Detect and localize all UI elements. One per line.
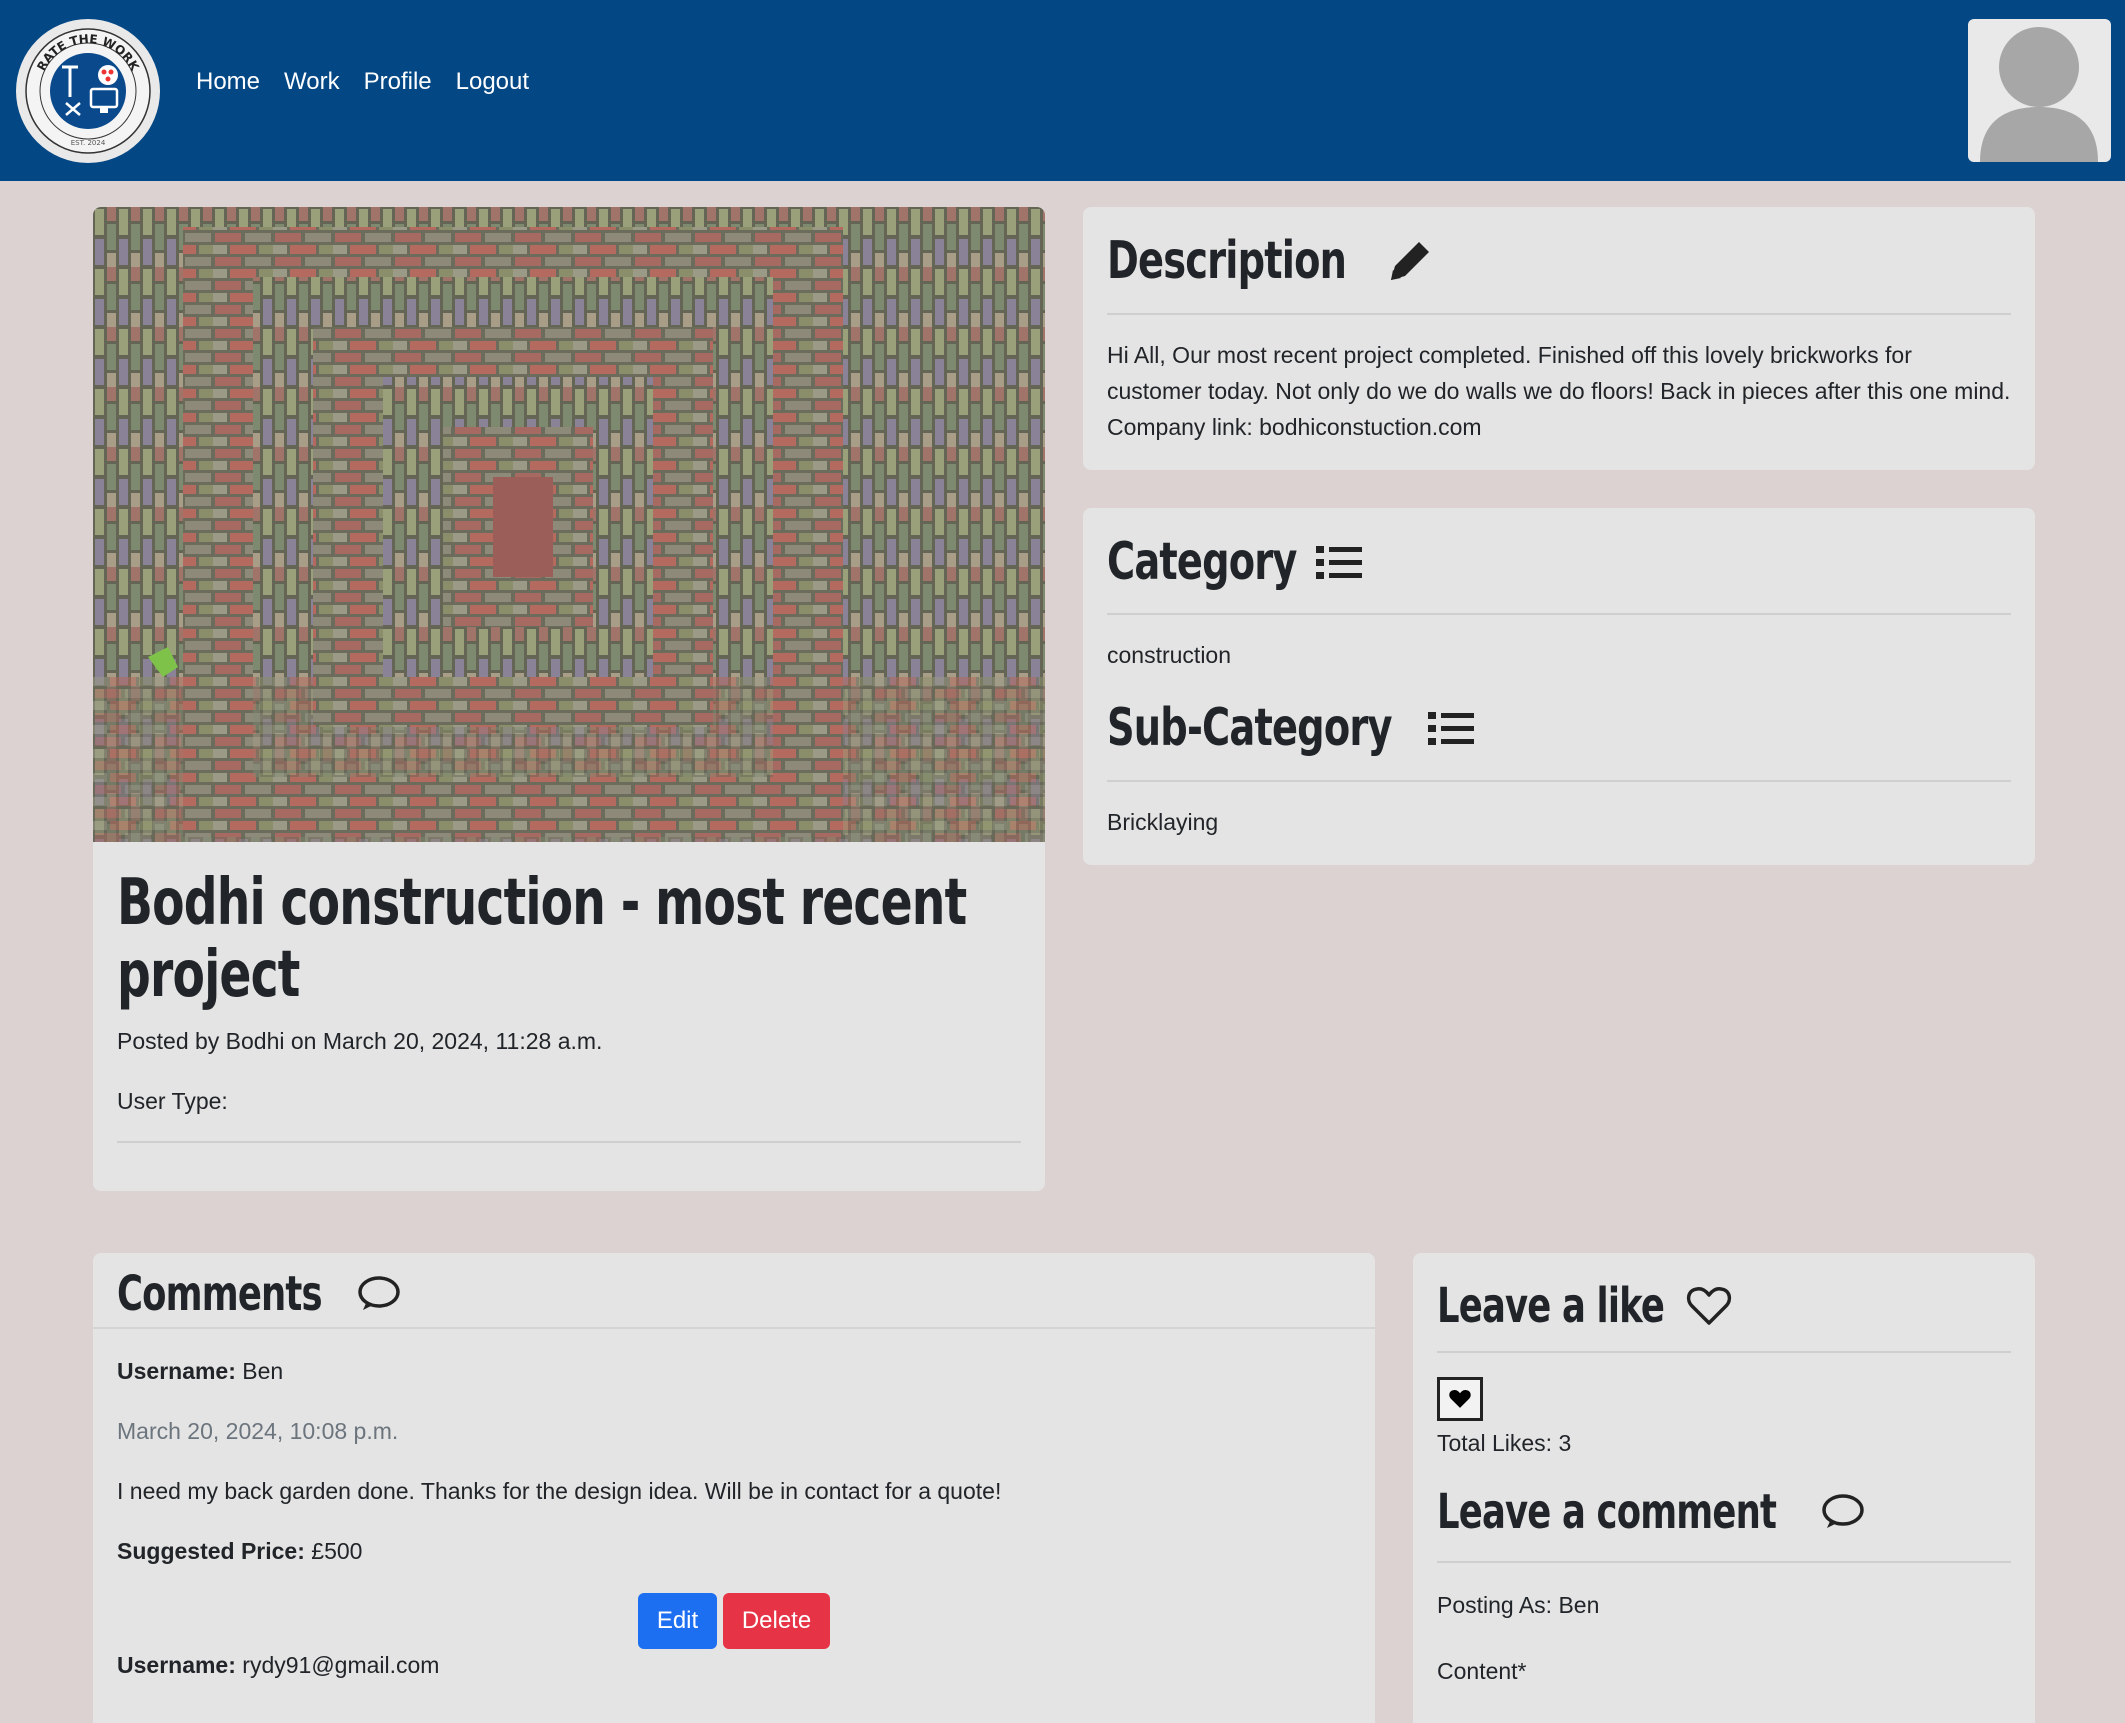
posting-as: Posting As: Ben — [1437, 1592, 1600, 1618]
nav-links: Home Work Profile Logout — [196, 68, 553, 96]
description-heading: Description — [1107, 231, 1347, 291]
heart-filled-icon — [1449, 1389, 1471, 1408]
post-meta: Posted by Bodhi on March 20, 2024, 11:28… — [117, 1028, 603, 1054]
navbar: RATE THE WORK EST. 2024 Home Work Profil… — [0, 0, 2125, 181]
comment-price: Suggested Price: £500 — [117, 1538, 363, 1564]
edit-comment-button[interactable]: Edit — [638, 1593, 717, 1649]
divider — [1107, 613, 2011, 615]
description-card: Description Hi All, Our most recent proj… — [1083, 207, 2035, 470]
category-card: Category construction Sub-Category Brick… — [1083, 508, 2035, 865]
list-icon — [1316, 546, 1363, 579]
description-text: Hi All, Our most recent project complete… — [1107, 342, 2011, 440]
like-heading: Leave a like — [1437, 1278, 1665, 1334]
speech-bubble-icon — [1821, 1494, 1864, 1528]
comment-username: Username: rydy91@gmail.com — [117, 1652, 440, 1678]
nav-work-link[interactable]: Work — [284, 68, 340, 96]
post-card: Bodhi construction - most recent project… — [93, 207, 1045, 1191]
post-image — [93, 207, 1045, 842]
comment-username: Username: Ben — [117, 1358, 284, 1384]
comments-card: Comments Username: Ben March 20, 2024, 1… — [93, 1253, 1375, 1723]
nav-logout-link[interactable]: Logout — [456, 68, 529, 96]
total-likes: Total Likes: 3 — [1437, 1430, 1572, 1456]
rate-the-work-logo-icon: RATE THE WORK EST. 2024 — [25, 28, 151, 154]
post-title: Bodhi construction - most recent project — [117, 866, 967, 1012]
like-button[interactable] — [1437, 1377, 1483, 1421]
divider — [1437, 1351, 2011, 1353]
divider — [1107, 780, 2011, 782]
nav-home-link[interactable]: Home — [196, 68, 260, 96]
divider — [1107, 313, 2011, 315]
user-avatar[interactable] — [1968, 19, 2111, 162]
subcategory-heading: Sub-Category — [1107, 698, 1392, 758]
nav-profile-link[interactable]: Profile — [364, 68, 432, 96]
comment-date: March 20, 2024, 10:08 p.m. — [117, 1418, 399, 1444]
default-user-icon — [1980, 27, 2098, 162]
divider — [1437, 1561, 2011, 1563]
comments-heading: Comments — [117, 1266, 323, 1322]
delete-comment-button[interactable]: Delete — [723, 1593, 830, 1649]
site-logo[interactable]: RATE THE WORK EST. 2024 — [16, 19, 160, 163]
like-card: Leave a like Total Likes: 3 Leave a comm… — [1413, 1253, 2035, 1723]
category-heading: Category — [1107, 532, 1297, 592]
divider — [93, 1327, 1375, 1329]
logo-est-text: EST. 2024 — [71, 139, 106, 147]
category-value: construction — [1107, 642, 1232, 668]
speech-bubble-icon — [358, 1276, 400, 1310]
brick-floor-image — [93, 207, 1045, 842]
content-label: Content* — [1437, 1658, 1527, 1684]
leave-comment-heading: Leave a comment — [1437, 1484, 1777, 1540]
list-icon — [1428, 712, 1475, 745]
post-user-type: User Type: — [117, 1088, 228, 1114]
heart-outline-icon — [1686, 1287, 1732, 1325]
pencil-icon — [1390, 242, 1429, 280]
divider — [117, 1141, 1021, 1143]
subcategory-value: Bricklaying — [1107, 809, 1219, 835]
comment-text: I need my back garden done. Thanks for t… — [117, 1478, 1002, 1504]
